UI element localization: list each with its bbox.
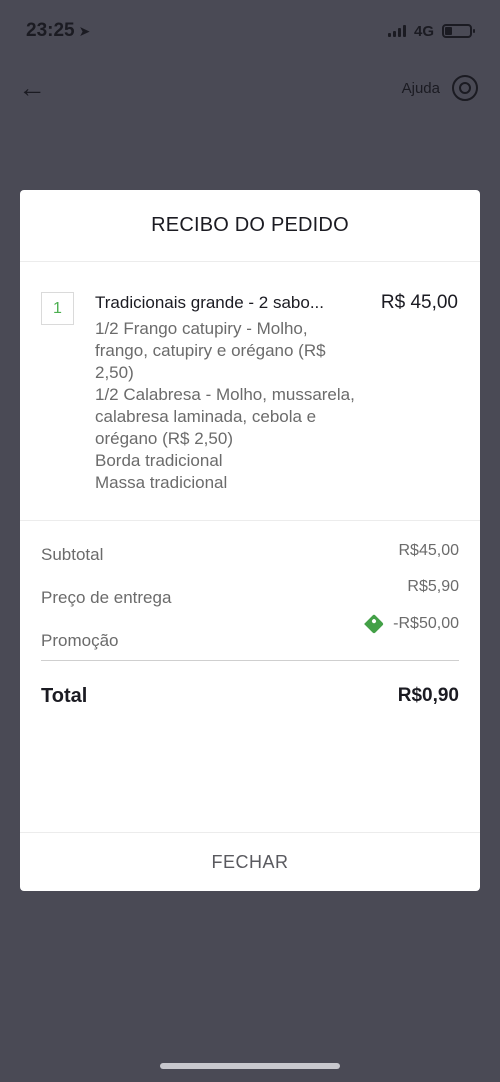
signal-icon xyxy=(387,25,406,37)
promo-value: -R$50,00 xyxy=(393,615,459,632)
status-indicators: 4G xyxy=(387,22,475,40)
subtotal-label: Subtotal xyxy=(41,545,104,564)
modal-footer: FECHAR xyxy=(20,832,480,891)
item-description: 1/2 Frango catupiry - Molho, frango, cat… xyxy=(95,318,360,494)
order-item: 1 Tradicionais grande - 2 sabo... R$ 45,… xyxy=(20,262,480,521)
subtotal-value: R$45,00 xyxy=(398,542,460,559)
item-option: Massa tradicional xyxy=(95,473,228,492)
item-name: Tradicionais grande - 2 sabo... xyxy=(95,293,324,312)
back-arrow-icon[interactable]: ← xyxy=(18,74,46,102)
lifebuoy-icon xyxy=(452,75,478,101)
item-price: R$ 45,00 xyxy=(380,292,458,313)
close-button[interactable]: FECHAR xyxy=(211,852,288,873)
status-time: 23:25 ➤ xyxy=(26,20,90,42)
network-type: 4G xyxy=(413,22,434,40)
promo-value-wrap: -R$50,00 xyxy=(364,614,459,634)
location-arrow-icon: ➤ xyxy=(78,22,91,39)
delivery-value: R$5,90 xyxy=(407,578,459,595)
clock: 23:25 xyxy=(26,20,75,41)
receipt-modal: RECIBO DO PEDIDO 1 Tradicionais grande -… xyxy=(20,190,480,891)
subtotal-row: Subtotal R$45,00 xyxy=(41,542,460,586)
tag-icon xyxy=(364,614,385,634)
item-quantity: 1 xyxy=(41,292,74,325)
delivery-label: Preço de entrega xyxy=(41,588,172,607)
total-value: R$0,90 xyxy=(397,685,459,706)
modal-title: RECIBO DO PEDIDO xyxy=(20,190,480,262)
help-button[interactable]: Ajuda xyxy=(402,75,478,101)
item-option: 1/2 Calabresa - Molho, mussarela, calabr… xyxy=(95,385,355,448)
item-body: Tradicionais grande - 2 sabo... R$ 45,00… xyxy=(95,292,458,500)
totals-section: Subtotal R$45,00 Preço de entrega R$5,90… xyxy=(20,521,480,708)
app-header: ← Ajuda xyxy=(0,62,500,114)
total-row: Total R$0,90 xyxy=(41,661,459,708)
total-label: Total xyxy=(41,685,88,707)
item-option: 1/2 Frango catupiry - Molho, frango, cat… xyxy=(95,319,326,382)
promo-label: Promoção xyxy=(41,631,119,650)
battery-icon xyxy=(442,24,475,38)
help-label: Ajuda xyxy=(401,79,440,97)
home-indicator xyxy=(160,1063,340,1069)
status-bar: 23:25 ➤ 4G xyxy=(0,0,500,62)
item-header: Tradicionais grande - 2 sabo... R$ 45,00 xyxy=(95,292,458,314)
item-option: Borda tradicional xyxy=(95,451,223,470)
